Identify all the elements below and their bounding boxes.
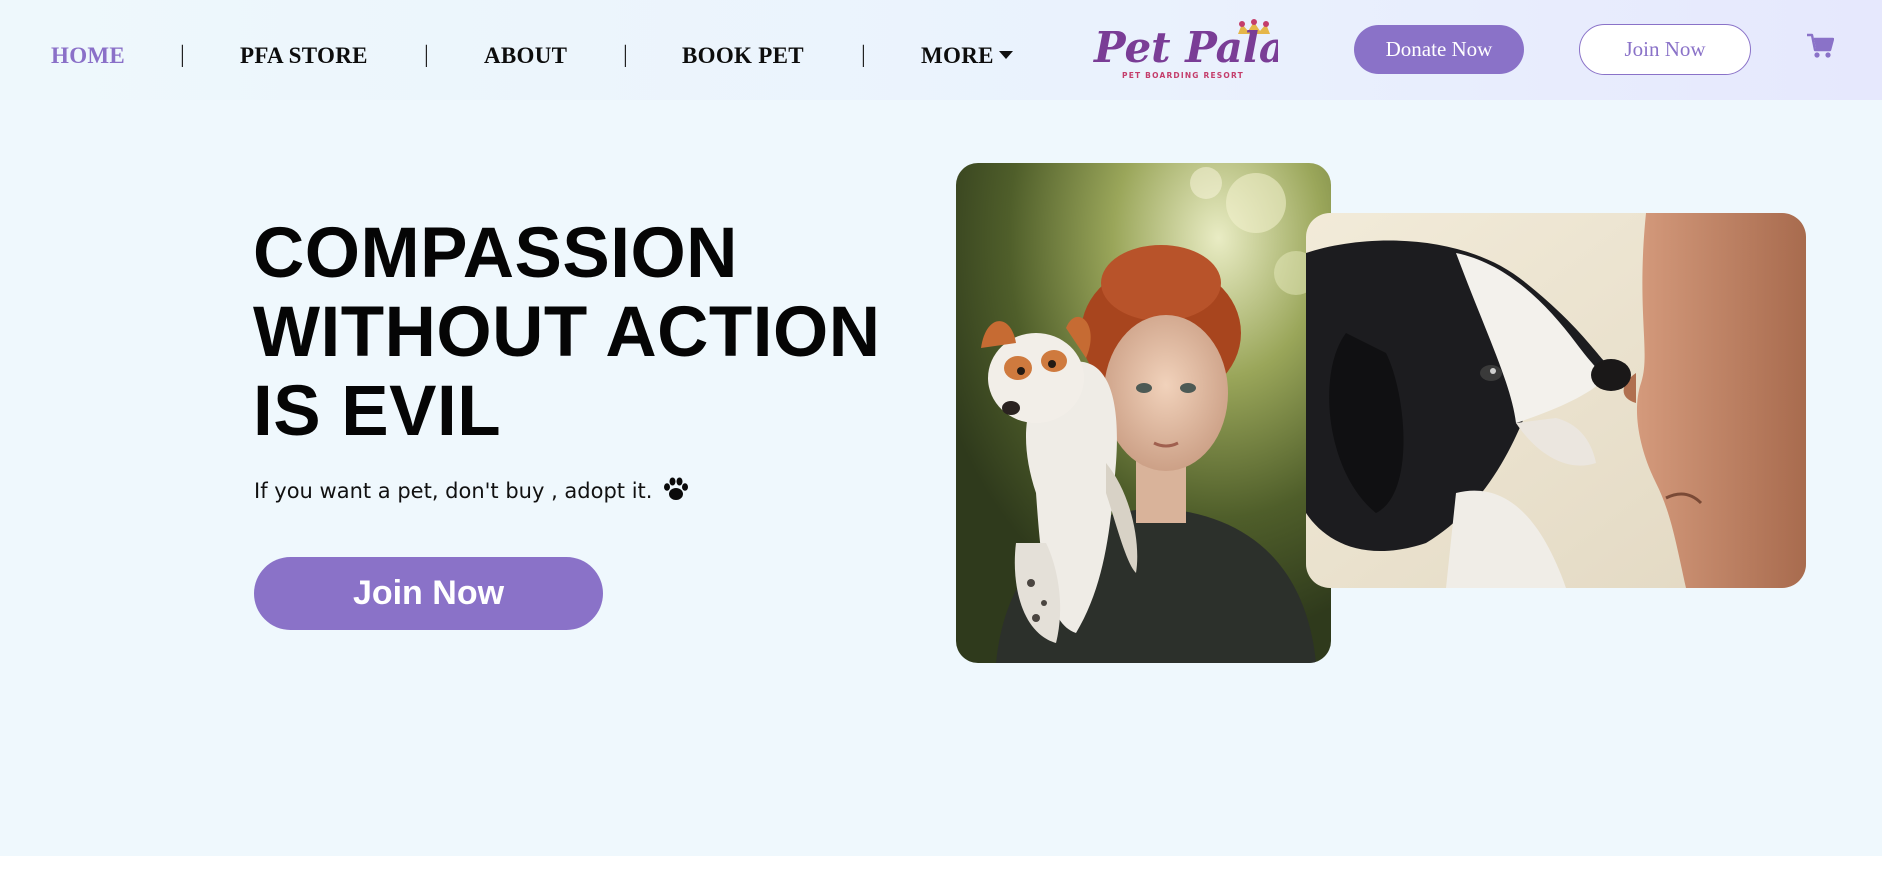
nav-separator: | <box>861 42 866 68</box>
join-now-hero-button[interactable]: Join Now <box>254 557 603 630</box>
nav-pfa-store[interactable]: PFA STORE <box>240 43 368 69</box>
headline-line: WITHOUT ACTION <box>253 293 881 372</box>
nav-about[interactable]: ABOUT <box>484 43 567 69</box>
headline-line: COMPASSION <box>253 214 738 293</box>
nav-book-pet[interactable]: BOOK PET <box>682 43 804 69</box>
headline-line: IS EVIL <box>253 372 502 451</box>
top-navbar: HOME | PFA STORE | ABOUT | BOOK PET | MO… <box>0 0 1882 100</box>
nav-separator: | <box>180 42 185 68</box>
nav-more-dropdown[interactable]: MORE <box>921 43 1013 69</box>
nav-separator: | <box>424 42 429 68</box>
shopping-cart-icon[interactable] <box>1806 33 1835 59</box>
nav-more-label: MORE <box>921 43 994 68</box>
hero-headline: COMPASSION WITHOUT ACTION IS EVIL <box>253 214 913 451</box>
puppy-and-man-photo <box>1306 213 1806 588</box>
caret-down-icon <box>998 51 1013 59</box>
join-now-header-button[interactable]: Join Now <box>1579 24 1751 75</box>
donate-now-button[interactable]: Donate Now <box>1354 25 1524 74</box>
hero-tagline: If you want a pet, don't buy , adopt it. <box>254 477 689 503</box>
pet-palace-logo[interactable]: Pet Palace PET BOARDING RESORT <box>1092 14 1338 84</box>
tagline-text: If you want a pet, don't buy , adopt it. <box>254 479 653 503</box>
paw-icon <box>663 477 689 501</box>
nav-separator: | <box>623 42 628 68</box>
logo-text: Pet Palace <box>1093 23 1278 72</box>
logo-subtext: PET BOARDING RESORT <box>1122 71 1244 80</box>
nav-home[interactable]: HOME <box>51 43 125 69</box>
girl-with-puppy-photo <box>956 163 1331 663</box>
